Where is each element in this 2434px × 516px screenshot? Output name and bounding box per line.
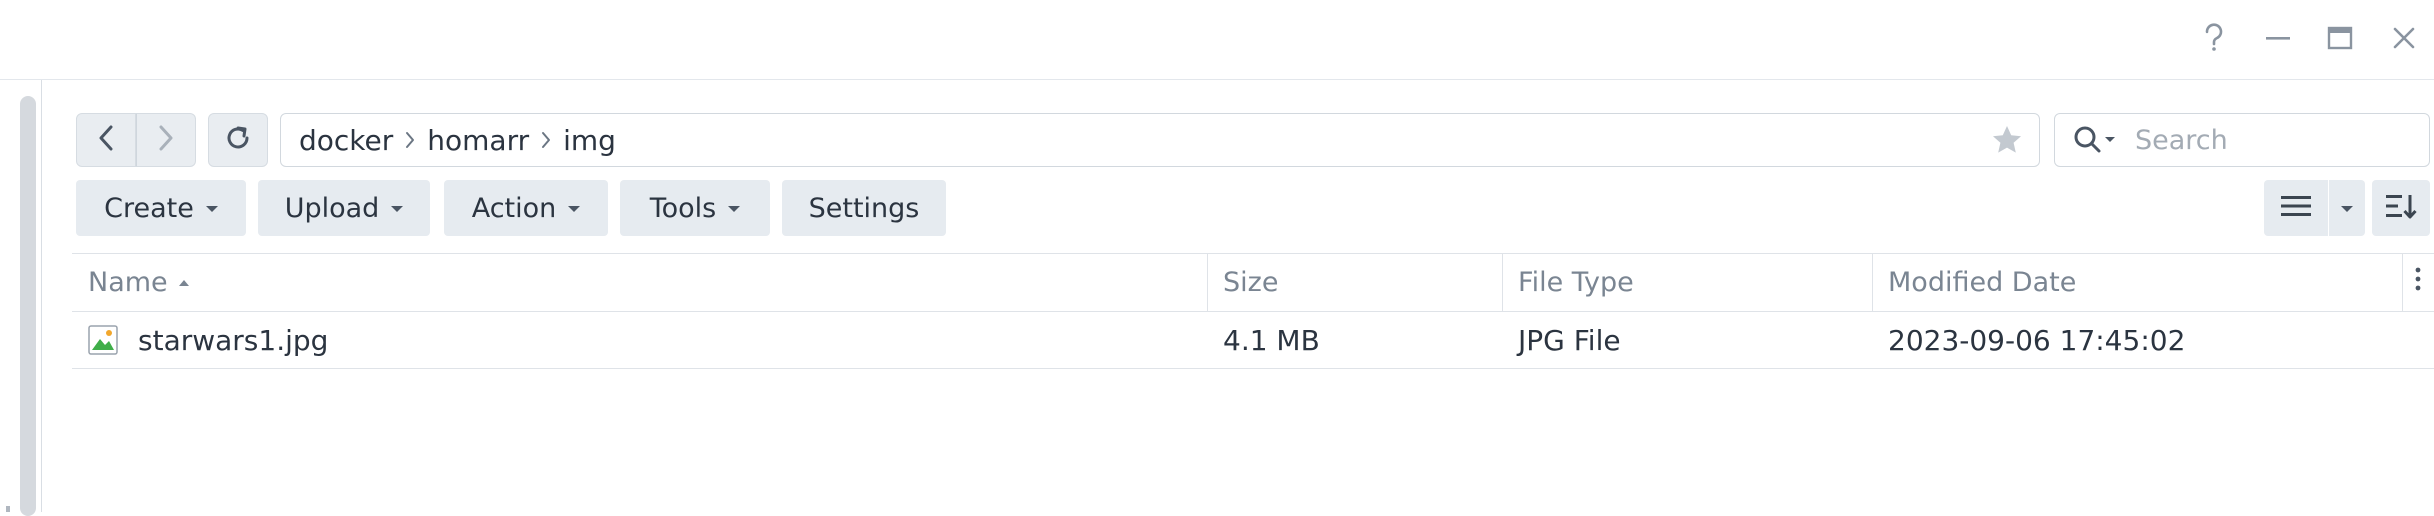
table-header: Name Size File Type Modified Date xyxy=(72,253,2434,312)
refresh-button[interactable] xyxy=(208,113,268,167)
file-type-cell: JPG File xyxy=(1518,323,1621,357)
image-file-icon xyxy=(88,325,118,355)
caret-down-icon xyxy=(205,206,218,212)
column-header-label: Modified Date xyxy=(1888,267,2077,298)
search-icon[interactable] xyxy=(2073,125,2117,155)
settings-button[interactable]: Settings xyxy=(782,180,946,236)
maximize-icon xyxy=(2327,25,2353,55)
caret-down-icon xyxy=(2341,206,2353,212)
search-box[interactable] xyxy=(2054,113,2430,167)
close-button[interactable] xyxy=(2382,18,2426,62)
close-icon xyxy=(2392,26,2416,54)
column-header-label: File Type xyxy=(1518,267,1634,298)
action-button-label: Action xyxy=(471,192,557,224)
modified-date-cell: 2023-09-06 17:45:02 xyxy=(1888,323,2186,357)
search-input[interactable] xyxy=(2133,123,2393,157)
chevron-right-icon xyxy=(157,124,175,156)
create-button[interactable]: Create xyxy=(76,180,246,236)
caret-down-icon xyxy=(728,206,741,212)
minimize-icon xyxy=(2265,25,2291,55)
file-list-table: Name Size File Type Modified Date starwa… xyxy=(72,253,2434,369)
settings-button-label: Settings xyxy=(808,192,920,224)
table-row[interactable]: starwars1.jpg 4.1 MB JPG File 2023-09-06… xyxy=(72,312,2434,369)
caret-down-icon xyxy=(568,206,581,212)
breadcrumb-item[interactable]: img xyxy=(563,124,616,157)
breadcrumb-separator-icon xyxy=(541,131,551,149)
action-button[interactable]: Action xyxy=(444,180,608,236)
column-header-size[interactable]: Size xyxy=(1207,254,1502,311)
sort-order-icon xyxy=(2385,192,2417,224)
caret-down-icon xyxy=(391,206,404,212)
upload-button-label: Upload xyxy=(284,192,380,224)
column-header-label: Name xyxy=(88,267,168,298)
path-bar[interactable]: docker homarr img xyxy=(280,113,2040,167)
refresh-icon xyxy=(223,123,253,157)
more-vertical-icon xyxy=(2415,267,2421,298)
chevron-left-icon xyxy=(97,124,115,156)
list-view-button[interactable] xyxy=(2264,180,2328,236)
file-name-cell: starwars1.jpg xyxy=(72,312,1207,368)
forward-button[interactable] xyxy=(136,113,196,167)
question-mark-icon xyxy=(2202,23,2226,57)
tools-button-label: Tools xyxy=(649,192,717,224)
sort-button[interactable] xyxy=(2372,180,2430,236)
maximize-button[interactable] xyxy=(2318,18,2362,62)
file-name: starwars1.jpg xyxy=(138,323,329,357)
breadcrumb-item[interactable]: homarr xyxy=(427,124,529,157)
tools-button[interactable]: Tools xyxy=(620,180,770,236)
view-options-dropdown[interactable] xyxy=(2329,180,2365,236)
minimize-button[interactable] xyxy=(2256,18,2300,62)
title-bar xyxy=(0,0,2434,80)
file-size-cell: 4.1 MB xyxy=(1223,323,1320,357)
column-header-file-type[interactable]: File Type xyxy=(1502,254,1872,311)
column-header-modified-date[interactable]: Modified Date xyxy=(1872,254,2402,311)
breadcrumb-separator-icon xyxy=(405,131,415,149)
left-panel-scrollbar[interactable] xyxy=(20,96,36,516)
create-button-label: Create xyxy=(104,192,194,224)
column-header-name[interactable]: Name xyxy=(72,254,1207,311)
favorite-star-icon[interactable] xyxy=(1991,124,2023,156)
column-header-label: Size xyxy=(1223,267,1279,298)
help-button[interactable] xyxy=(2192,18,2236,62)
breadcrumb-item[interactable]: docker xyxy=(299,124,393,157)
back-button[interactable] xyxy=(76,113,136,167)
column-options-button[interactable] xyxy=(2402,254,2434,311)
upload-button[interactable]: Upload xyxy=(258,180,430,236)
left-panel-marker xyxy=(6,506,10,512)
sort-ascending-icon xyxy=(178,278,190,288)
list-view-icon xyxy=(2280,193,2312,223)
